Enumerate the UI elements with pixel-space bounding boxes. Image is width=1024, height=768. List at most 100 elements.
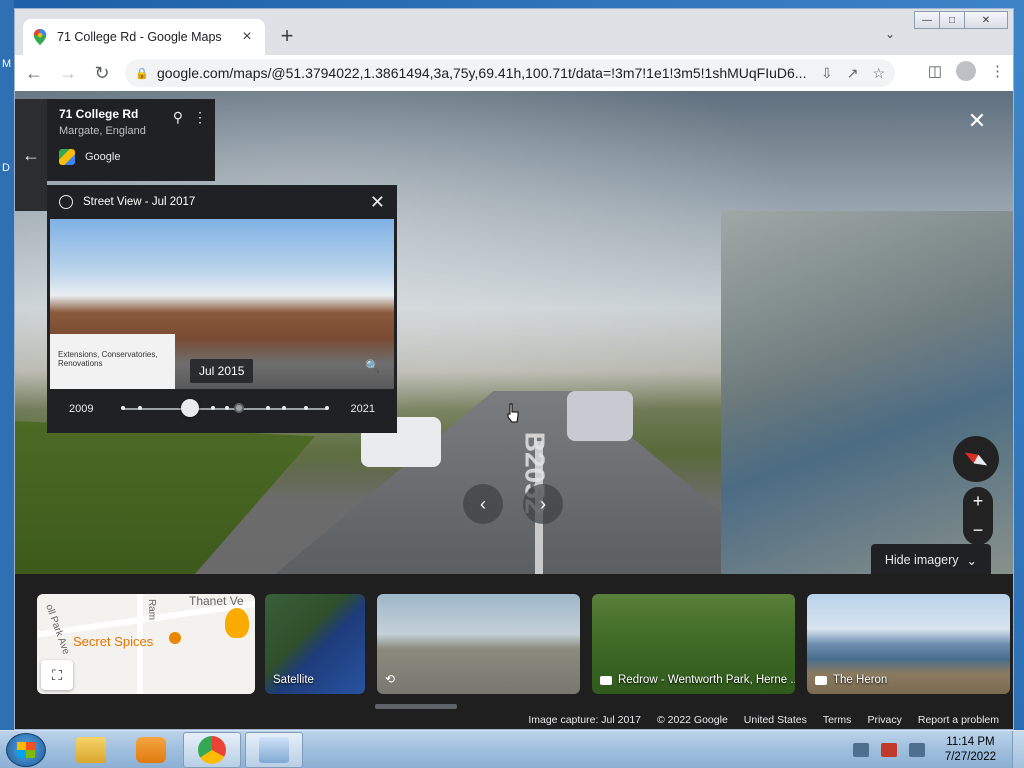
new-tab-button[interactable]: + <box>273 23 301 51</box>
clock[interactable]: 11:14 PM 7/27/2022 <box>945 735 996 765</box>
time-slider-tick[interactable] <box>210 406 215 410</box>
map-area-label: Thanet Ve <box>189 594 244 608</box>
panorama-card[interactable]: ⟲ <box>377 594 580 694</box>
url-text[interactable]: google.com/maps/@51.3794022,1.3861494,3a… <box>157 65 821 81</box>
time-slider-tick[interactable] <box>121 406 126 410</box>
time-slider-tick[interactable] <box>225 406 230 410</box>
place-label[interactable]: Secret Spices <box>73 634 153 649</box>
time-slider-tick[interactable] <box>324 406 329 410</box>
footer-privacy[interactable]: Privacy <box>867 714 901 726</box>
hand-cursor-icon <box>507 403 519 423</box>
address-bar[interactable]: 🔒 google.com/maps/@51.3794022,1.3861494,… <box>125 59 895 87</box>
back-arrow-icon[interactable]: ← <box>15 99 47 211</box>
show-desktop-button[interactable] <box>1012 731 1024 768</box>
zoom-in-icon[interactable]: 🔍 <box>365 359 380 373</box>
file-explorer-icon[interactable] <box>62 732 120 768</box>
year-start: 2009 <box>69 403 94 415</box>
time-slider-tick[interactable] <box>281 406 286 410</box>
address-card: 71 College Rd Margate, England Google ⚲ … <box>47 99 215 181</box>
street-view-viewport[interactable]: B2052 ✕ ← 71 College Rd Margate, England… <box>15 91 1013 729</box>
nav-left-icon[interactable]: ‹ <box>463 484 503 524</box>
compass-needle-icon <box>962 448 990 470</box>
pegman-icon[interactable] <box>225 608 249 638</box>
time-machine-title: Street View - Jul 2017 <box>83 196 196 208</box>
time-machine-panel: Street View - Jul 2017 ✕ Extensions, Con… <box>47 185 397 433</box>
van: Extensions, Conservatories, Renovations <box>50 334 175 389</box>
tab-google-maps[interactable]: 71 College Rd - Google Maps × <box>23 19 265 55</box>
photo-card-heron[interactable]: The Heron <box>807 594 1010 694</box>
map-footer: Image capture: Jul 2017 © 2022 Google Un… <box>528 714 999 726</box>
current-capture-marker[interactable] <box>234 403 245 413</box>
chrome-icon[interactable] <box>183 732 241 768</box>
profile-avatar[interactable] <box>956 61 976 81</box>
side-panel-icon[interactable]: ◫ <box>928 62 942 80</box>
time-slider-tick[interactable] <box>265 406 270 410</box>
location-pin-icon[interactable]: ⚲ <box>173 109 183 126</box>
history-clock-icon[interactable] <box>59 195 73 209</box>
nav-right-icon[interactable]: › <box>523 484 563 524</box>
chrome-glyph <box>198 736 226 764</box>
thumbnail-date[interactable]: Jul 2015 <box>190 359 254 383</box>
more-options-icon[interactable]: ⋮ <box>193 109 207 126</box>
bookmark-star-icon[interactable]: ☆ <box>872 65 885 82</box>
compass[interactable] <box>953 436 999 482</box>
desktop-char-2: D <box>2 162 10 174</box>
footer-capture: Image capture: Jul 2017 <box>528 714 641 726</box>
time-slider-knob[interactable] <box>181 399 200 417</box>
exit-street-view-icon[interactable]: ✕ <box>967 110 987 132</box>
share-icon[interactable]: ↗ <box>847 65 859 82</box>
maximize-icon[interactable]: □ <box>939 11 965 29</box>
google-maps-pin-icon <box>33 29 47 45</box>
footer-region[interactable]: United States <box>744 714 807 726</box>
action-center-icon[interactable] <box>880 743 897 757</box>
footer-report[interactable]: Report a problem <box>918 714 999 726</box>
volume-icon[interactable] <box>908 743 925 757</box>
photo-card-wentworth[interactable]: Redrow - Wentworth Park, Herne ... <box>592 594 795 694</box>
tab-title: 71 College Rd - Google Maps <box>57 30 222 44</box>
photo-title: Redrow - Wentworth Park, Herne ... <box>618 674 795 686</box>
network-icon[interactable] <box>852 743 869 757</box>
photo-label: The Heron <box>815 674 887 686</box>
footer-terms[interactable]: Terms <box>823 714 852 726</box>
time-slider[interactable]: 2009 2021 <box>47 389 397 429</box>
minimize-icon[interactable]: — <box>914 11 940 29</box>
reload-icon[interactable]: ↻ <box>87 58 117 88</box>
mini-map-card[interactable]: Thanet Ve Ram oll Park Ave Secret Spices… <box>37 594 255 694</box>
toolbar-right-icons: ◫ ⋮ <box>928 61 1005 81</box>
time-machine-thumbnail[interactable]: Extensions, Conservatories, Renovations … <box>50 219 394 389</box>
fullscreen-icon[interactable]: ⛶ <box>41 660 73 690</box>
back-arrow-icon[interactable]: ← <box>19 58 49 88</box>
close-icon[interactable]: ✕ <box>964 11 1008 29</box>
time-slider-tick[interactable] <box>137 406 142 410</box>
clock-time: 11:14 PM <box>946 736 995 748</box>
photo-title: The Heron <box>833 674 888 686</box>
zoom-out-button[interactable]: − <box>973 520 984 541</box>
network-settings-icon[interactable] <box>245 732 303 768</box>
media-player-icon[interactable] <box>122 732 180 768</box>
hide-imagery-button[interactable]: Hide imagery ⌄ <box>870 544 991 576</box>
satellite-card[interactable]: Satellite <box>265 594 365 694</box>
zoom-in-button[interactable]: + <box>973 491 984 512</box>
folder-glyph <box>76 737 106 763</box>
media-glyph <box>136 737 166 763</box>
tab-close-icon[interactable]: × <box>239 28 255 46</box>
clock-date: 7/27/2022 <box>944 751 996 763</box>
time-slider-tick[interactable] <box>304 406 309 410</box>
start-button[interactable] <box>6 733 46 767</box>
strip-scrollbar[interactable] <box>375 704 457 709</box>
close-icon[interactable]: ✕ <box>370 192 385 213</box>
taskbar: 11:14 PM 7/27/2022 <box>0 730 1024 768</box>
source-line: Google <box>59 149 203 165</box>
time-slider-track[interactable] <box>121 399 329 417</box>
tab-search-chevron-icon[interactable]: ⌄ <box>885 27 895 41</box>
restaurant-pin-icon[interactable] <box>169 632 181 644</box>
system-tray: 11:14 PM 7/27/2022 <box>847 731 1024 768</box>
window-controls: — □ ✕ <box>914 11 1008 29</box>
settings-glyph <box>259 737 289 763</box>
forward-arrow-icon[interactable]: → <box>53 58 83 88</box>
lock-icon: 🔒 <box>135 67 149 80</box>
desktop-edge: M D <box>0 0 14 730</box>
van-text: Extensions, Conservatories, Renovations <box>58 350 158 368</box>
install-icon[interactable]: ⇩ <box>821 65 833 82</box>
menu-dots-icon[interactable]: ⋮ <box>990 62 1005 80</box>
